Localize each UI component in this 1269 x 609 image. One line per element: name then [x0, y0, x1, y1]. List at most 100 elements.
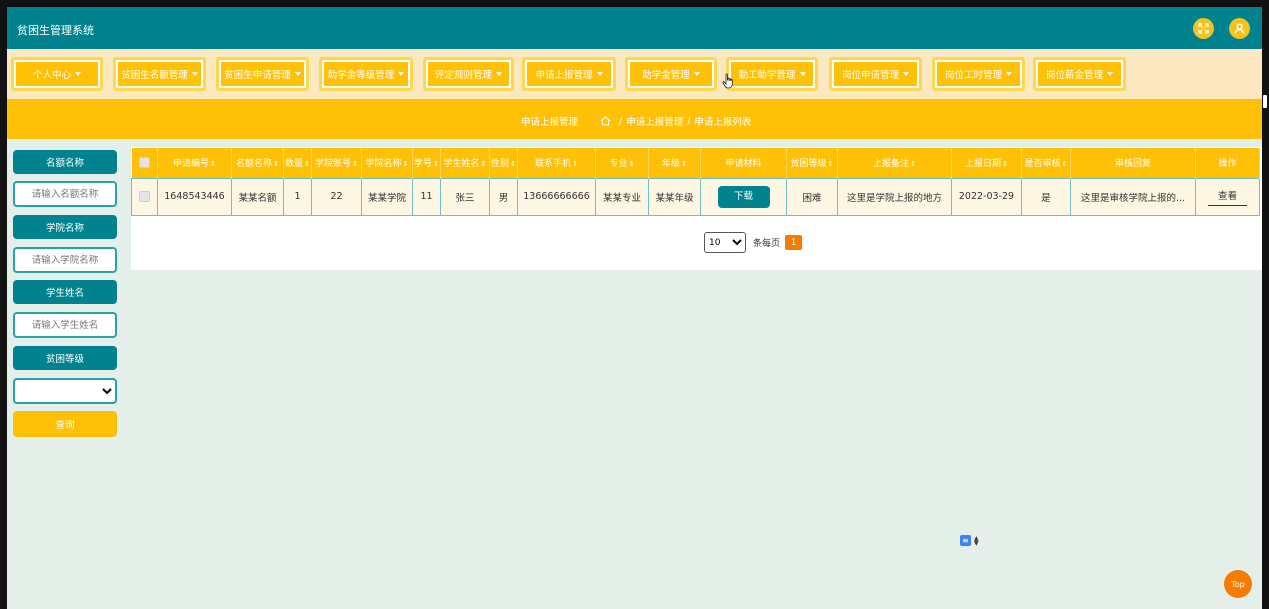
sort-icon[interactable]: ⇕ [481, 160, 487, 168]
caret-down-icon [1107, 72, 1113, 76]
column-label: 专业 [609, 159, 628, 170]
nav-application-management[interactable]: 贫困生申请管理 [216, 57, 309, 91]
column-header[interactable]: 学院名称⇕ [361, 148, 413, 178]
column-header[interactable]: 学院账号⇕ [311, 148, 362, 178]
cell-reviewed: 是 [1021, 177, 1071, 216]
cell-major: 某某专业 [595, 177, 649, 216]
breadcrumb-bar: 申请上报管理 / 申请上报管理 / 申请上报列表 [7, 99, 1262, 139]
column-label: 上报日期 [965, 159, 1002, 170]
breadcrumb: / 申请上报管理 / 申请上报列表 [600, 114, 751, 128]
sort-icon[interactable]: ⇕ [572, 160, 578, 168]
sort-icon[interactable]: ⇕ [629, 160, 635, 168]
column-header[interactable]: 名额名称⇕ [231, 148, 284, 178]
cell-application-id: 1648543446 [157, 177, 232, 216]
column-label: 上报备注 [873, 159, 910, 170]
nav-report-management[interactable]: 申请上报管理 [522, 57, 616, 91]
download-button[interactable]: 下载 [717, 185, 770, 208]
sort-icon[interactable]: ⇕ [273, 160, 279, 168]
table-panel: 申请编号⇕ 名额名称⇕ 数量⇕ 学院账号⇕ 学院名称⇕ 学号⇕ 学生姓名⇕ 性别… [131, 147, 1262, 270]
column-header[interactable]: 年级⇕ [648, 148, 701, 178]
column-header[interactable]: 联系手机⇕ [517, 148, 596, 178]
column-header[interactable]: 贫困等级⇕ [786, 148, 838, 178]
column-header[interactable]: 专业⇕ [595, 148, 649, 178]
caret-down-icon [75, 72, 81, 76]
page-title: 申请上报管理 [521, 117, 579, 128]
page-number-button[interactable]: 1 [785, 235, 803, 250]
sort-icon[interactable]: ⇕ [304, 160, 310, 168]
fullscreen-icon[interactable] [1193, 18, 1214, 39]
table-header-row: 申请编号⇕ 名额名称⇕ 数量⇕ 学院账号⇕ 学院名称⇕ 学号⇕ 学生姓名⇕ 性别… [131, 148, 1260, 178]
column-header[interactable]: 数量⇕ [283, 148, 312, 178]
expand-arrows-icon[interactable]: ▲ ▼ [974, 535, 979, 546]
column-label: 贫困等级 [790, 159, 827, 170]
nav-label: 贫困生名额管理 [121, 70, 188, 81]
column-header[interactable]: 上报日期⇕ [951, 148, 1022, 178]
sort-icon[interactable]: ⇕ [510, 160, 516, 168]
cell-poverty-level: 困难 [786, 177, 838, 216]
sort-icon[interactable]: ⇕ [681, 160, 687, 168]
nav-personal-center[interactable]: 个人中心 [11, 57, 103, 91]
sort-icon[interactable]: ⇕ [910, 160, 916, 168]
column-label: 名额名称 [236, 159, 273, 170]
row-select-cell[interactable] [131, 177, 158, 216]
sort-icon[interactable]: ⇕ [210, 160, 216, 168]
college-name-input[interactable] [13, 247, 117, 273]
sort-icon[interactable]: ⇕ [433, 160, 439, 168]
column-header[interactable]: 学生姓名⇕ [440, 148, 490, 178]
column-label: 学院账号 [315, 159, 352, 170]
column-header[interactable]: 学号⇕ [412, 148, 441, 178]
caret-down-icon [1006, 72, 1012, 76]
nav-quota-management[interactable]: 贫困生名额管理 [113, 57, 206, 91]
sort-icon[interactable]: ⇕ [1062, 160, 1068, 168]
column-header[interactable]: 性别⇕ [489, 148, 518, 178]
nav-label: 个人中心 [32, 70, 71, 81]
sort-icon[interactable]: ⇕ [828, 160, 834, 168]
column-header[interactable]: 是否审核⇕ [1021, 148, 1071, 178]
table-row: 1648543446 某某名额 1 22 某某学院 11 张三 男 136666… [131, 177, 1260, 216]
select-all-checkbox[interactable] [138, 157, 150, 169]
search-button[interactable]: 查询 [13, 411, 117, 437]
quota-name-input[interactable] [13, 181, 117, 207]
column-header[interactable]: 上报备注⇕ [837, 148, 952, 178]
cell-grade: 某某年级 [648, 177, 701, 216]
nav-grant-management[interactable]: 助学金管理 [625, 57, 717, 91]
breadcrumb-item[interactable]: 申请上报管理 [626, 114, 683, 128]
nav-work-hours-management[interactable]: 岗位工时管理 [932, 57, 1025, 91]
scrollbar-thumb[interactable] [1263, 95, 1267, 108]
view-button[interactable]: 查看 [1207, 188, 1247, 206]
column-label: 联系手机 [535, 159, 572, 170]
column-header: 申请材料 [700, 148, 787, 178]
column-label: 年级 [662, 159, 681, 170]
sort-icon[interactable]: ⇕ [403, 160, 409, 168]
caret-down-icon [294, 72, 301, 76]
sort-icon[interactable]: ⇕ [352, 160, 358, 168]
nav-position-application-management[interactable]: 岗位申请管理 [829, 57, 922, 91]
cell-quantity: 1 [283, 177, 312, 216]
breadcrumb-separator: / [687, 115, 691, 127]
translate-icon[interactable]: ≡ [960, 535, 971, 546]
sort-icon[interactable]: ⇕ [1002, 160, 1008, 168]
user-icon[interactable] [1229, 18, 1250, 39]
poverty-level-label: 贫困等级 [13, 346, 117, 370]
floating-widget[interactable]: ≡ ▲ ▼ [960, 535, 979, 546]
quota-name-label: 名额名称 [13, 150, 117, 174]
caret-down-icon [191, 72, 198, 76]
main-nav: 个人中心 贫困生名额管理 贫困生申请管理 助学金等级管理 评定规则管理 申请上报… [7, 49, 1262, 99]
nav-rule-management[interactable]: 评定规则管理 [423, 57, 514, 91]
nav-salary-management[interactable]: 岗位薪金管理 [1033, 57, 1126, 91]
column-header: 审核回复 [1070, 148, 1196, 178]
student-name-input[interactable] [13, 312, 117, 338]
back-to-top-button[interactable]: Top [1224, 570, 1252, 598]
nav-grant-level-management[interactable]: 助学金等级管理 [319, 57, 413, 91]
page-size-select[interactable]: 10 [704, 232, 746, 253]
select-all-header[interactable] [131, 148, 158, 178]
home-icon[interactable] [600, 116, 611, 126]
nav-label: 评定规则管理 [434, 70, 492, 81]
report-table: 申请编号⇕ 名额名称⇕ 数量⇕ 学院账号⇕ 学院名称⇕ 学号⇕ 学生姓名⇕ 性别… [131, 148, 1260, 216]
breadcrumb-separator: / [619, 115, 623, 127]
column-header[interactable]: 申请编号⇕ [157, 148, 232, 178]
poverty-level-select[interactable] [13, 378, 117, 404]
column-label: 申请编号 [173, 159, 210, 170]
row-checkbox[interactable] [139, 191, 150, 202]
nav-work-study-management[interactable]: 勤工助学管理 [726, 57, 818, 91]
